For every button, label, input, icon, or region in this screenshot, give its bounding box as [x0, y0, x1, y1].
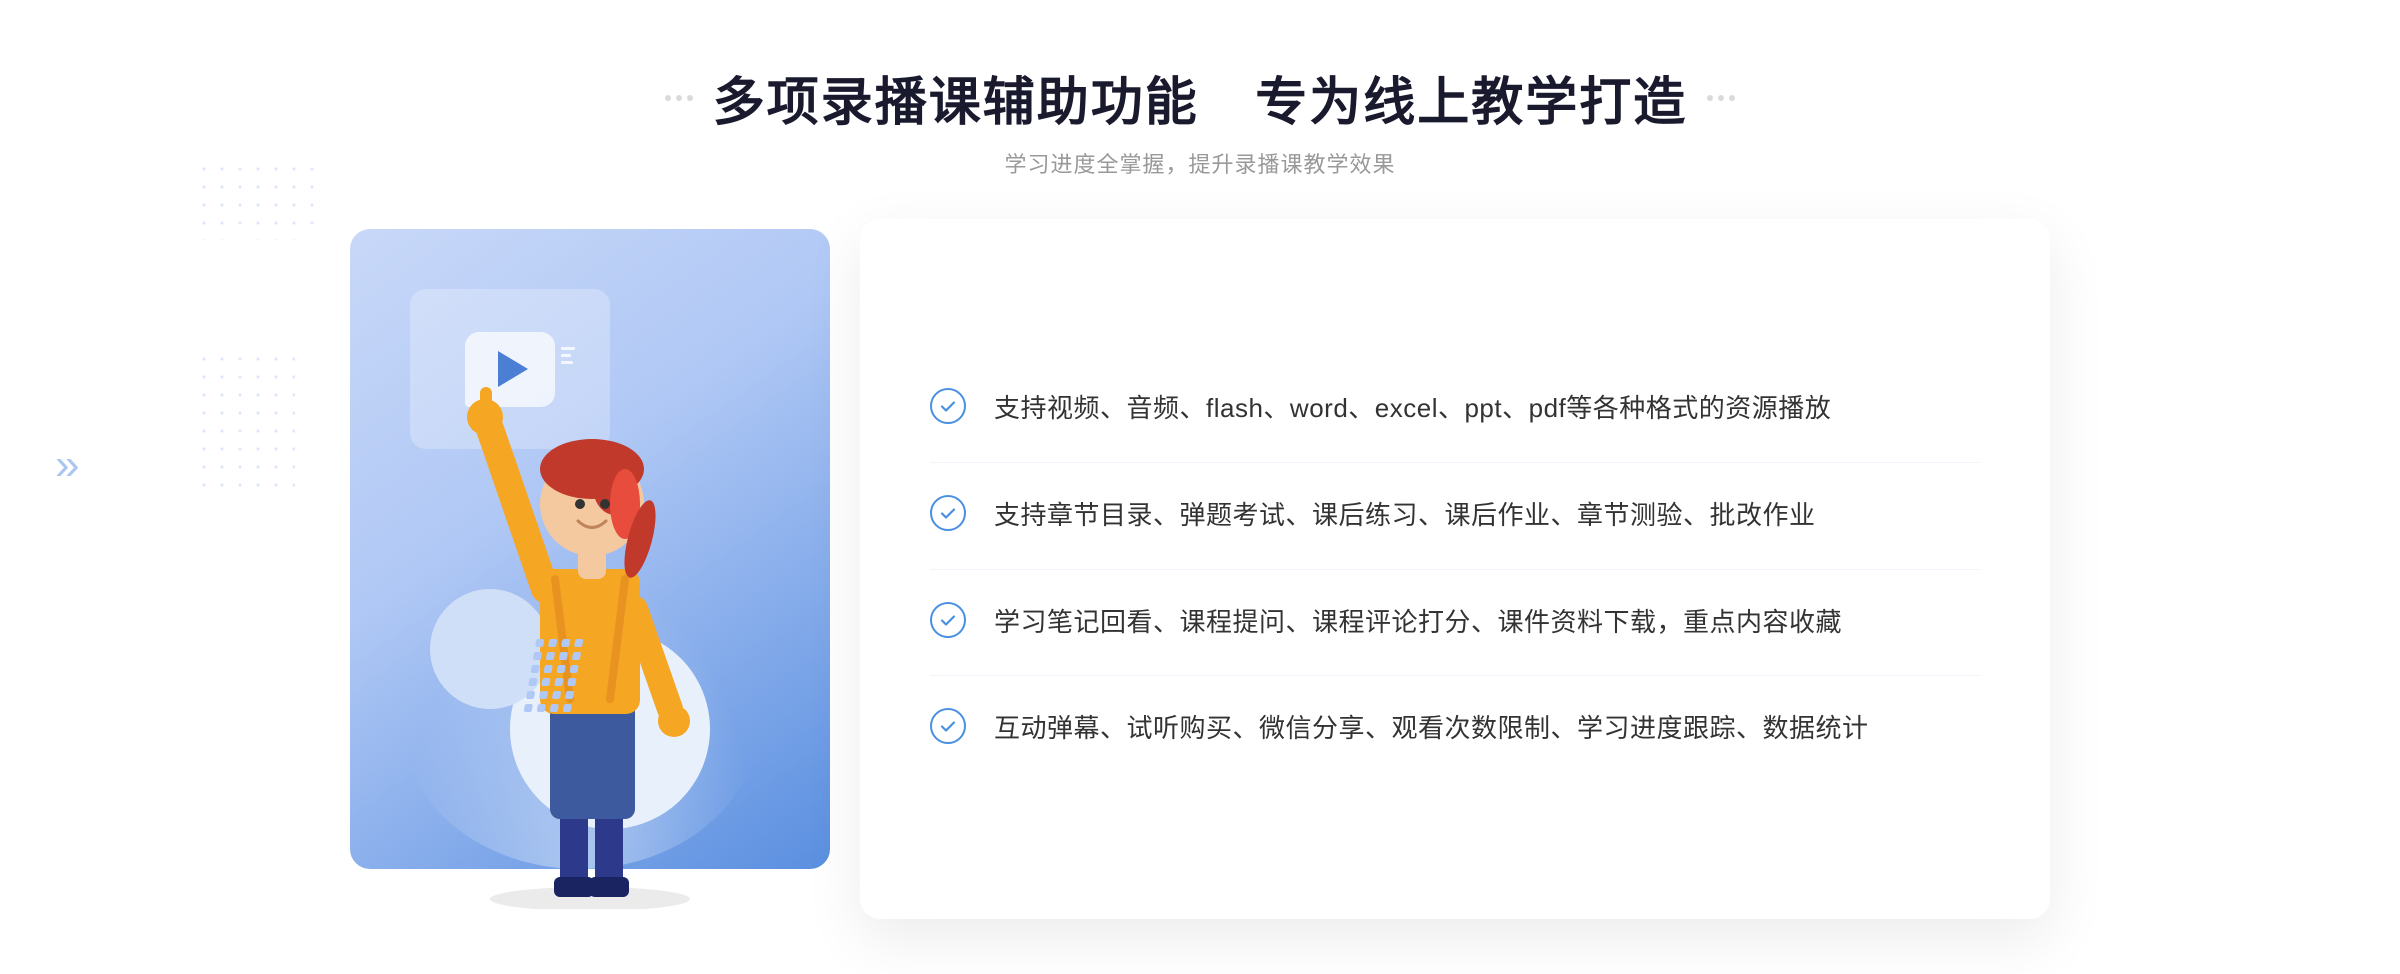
feature-text-4: 互动弹幕、试听购买、微信分享、观看次数限制、学习进度跟踪、数据统计	[994, 708, 1869, 750]
header-section: 多项录播课辅助功能 专为线上教学打造 学习进度全掌握，提升录播课教学效果	[665, 60, 1735, 179]
feature-text-1: 支持视频、音频、flash、word、excel、ppt、pdf等各种格式的资源…	[994, 388, 1831, 430]
right-content-panel: 支持视频、音频、flash、word、excel、ppt、pdf等各种格式的资源…	[860, 219, 2050, 919]
check-icon-1	[930, 388, 966, 424]
feature-text-3: 学习笔记回看、课程提问、课程评论打分、课件资料下载，重点内容收藏	[994, 602, 1842, 644]
stripe-decoration	[530, 639, 577, 712]
main-card: 支持视频、音频、flash、word、excel、ppt、pdf等各种格式的资源…	[350, 219, 2050, 919]
subtitle-text: 学习进度全掌握，提升录播课教学效果	[665, 147, 1735, 179]
chevron-left-icon: »	[55, 440, 71, 490]
dot-grid-decoration	[195, 160, 315, 240]
feature-item-4: 互动弹幕、试听购买、微信分享、观看次数限制、学习进度跟踪、数据统计	[930, 676, 1980, 782]
feature-text-2: 支持章节目录、弹题考试、课后练习、课后作业、章节测验、批改作业	[994, 495, 1816, 537]
feature-item-1: 支持视频、音频、flash、word、excel、ppt、pdf等各种格式的资源…	[930, 356, 1980, 463]
main-title: 多项录播课辅助功能 专为线上教学打造	[665, 60, 1735, 135]
check-icon-4	[930, 708, 966, 744]
check-icon-3	[930, 602, 966, 638]
title-decorator-right	[1707, 95, 1735, 101]
person-illustration	[430, 329, 750, 909]
title-text-part2: 专为线上教学打造	[1255, 60, 1687, 135]
check-icon-2	[930, 495, 966, 531]
left-illustration-panel	[350, 229, 890, 909]
feature-item-3: 学习笔记回看、课程提问、课程评论打分、课件资料下载，重点内容收藏	[930, 570, 1980, 677]
dot-grid-decoration-mid	[195, 350, 295, 490]
feature-item-2: 支持章节目录、弹题考试、课后练习、课后作业、章节测验、批改作业	[930, 463, 1980, 570]
title-decorator-left	[665, 95, 693, 101]
title-text: 多项录播课辅助功能	[713, 60, 1199, 135]
page-wrapper: » 多项录播课辅助功能 专为线上教学打造 学习进度全掌握，提升录播课教学效果	[0, 0, 2400, 974]
